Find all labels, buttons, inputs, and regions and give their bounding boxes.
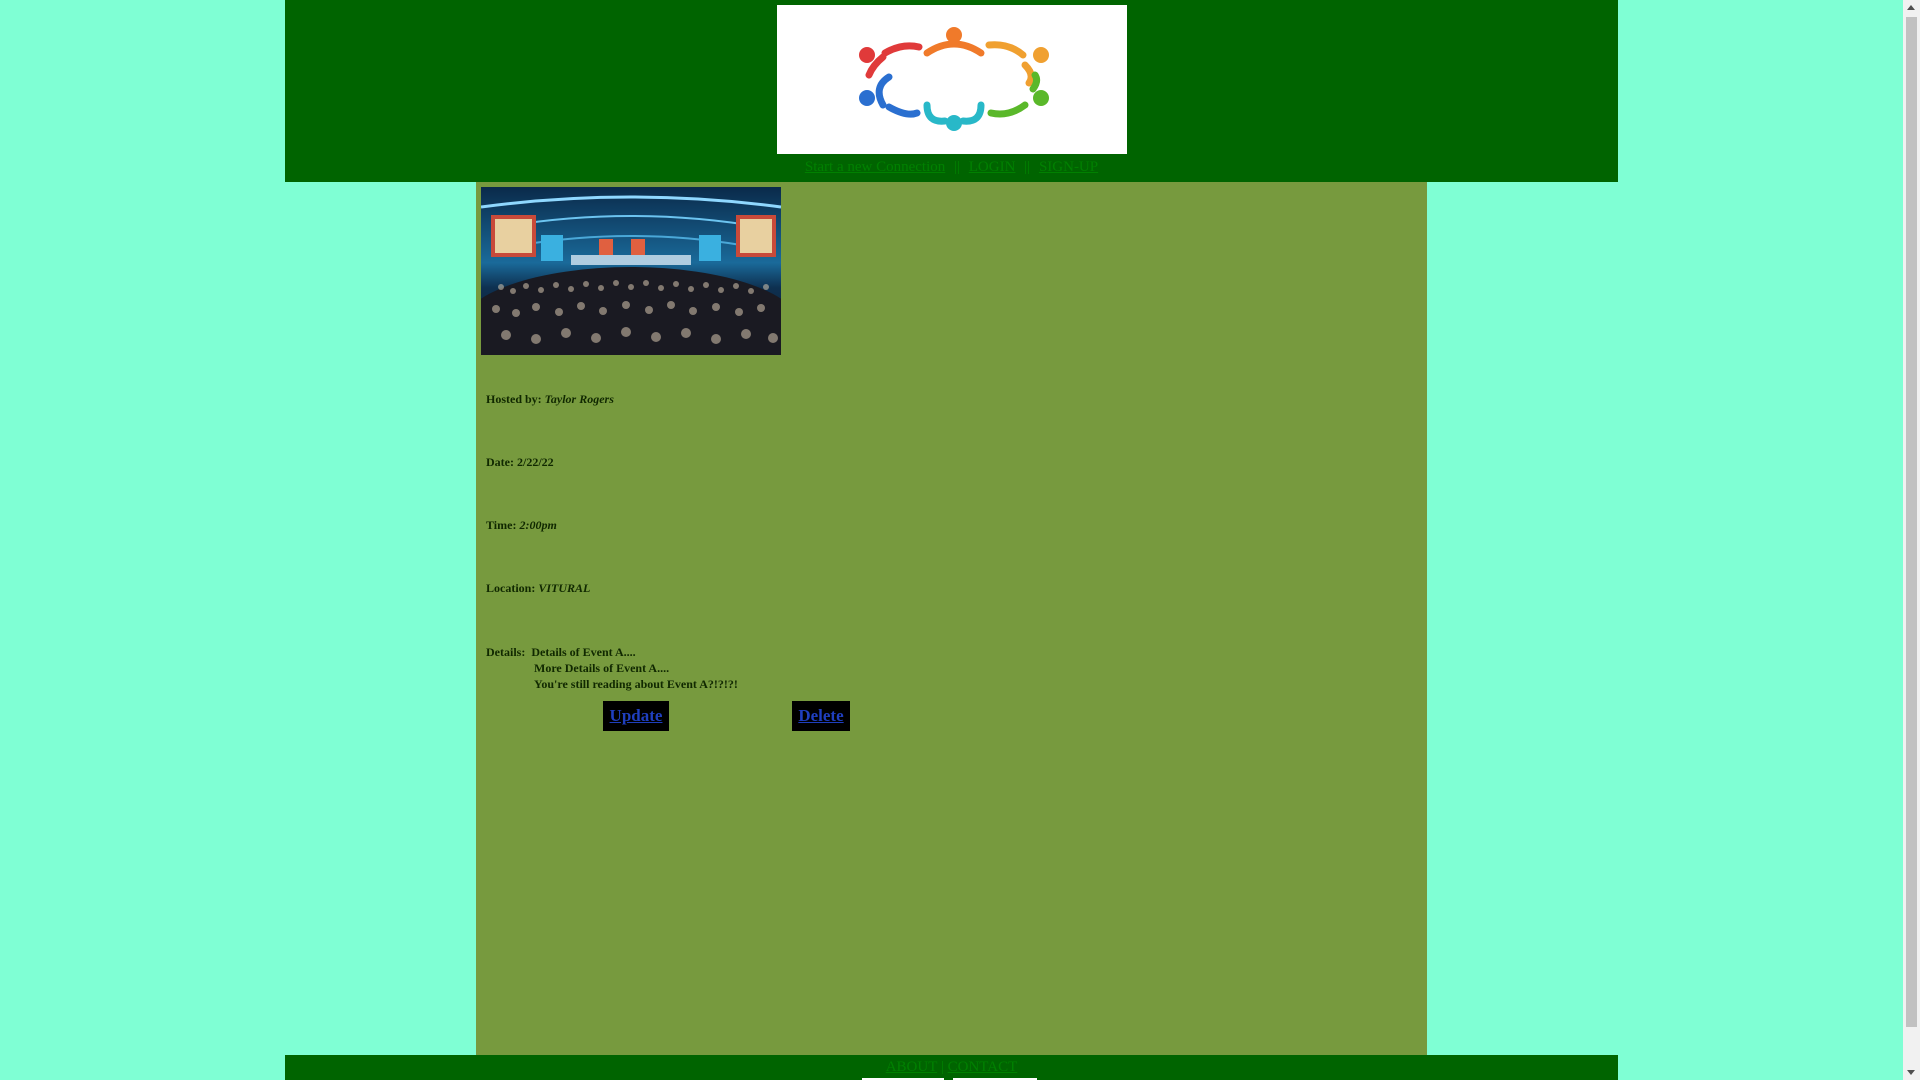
date-row: Date: 2/22/22: [486, 455, 554, 470]
location-row: Location: VITURAL: [486, 581, 590, 596]
time-row: Time: 2:00pm: [486, 518, 557, 533]
people-circle-logo-icon: [859, 27, 1049, 131]
time-value: 2:00pm: [519, 518, 557, 532]
site-logo[interactable]: [777, 5, 1127, 154]
hosted-by-value: Taylor Rogers: [544, 392, 614, 406]
vertical-scrollbar[interactable]: [1903, 0, 1920, 1080]
event-detail-panel: Hosted by: Taylor Rogers Date: 2/22/22 T…: [476, 182, 1427, 1055]
hosted-by-row: Hosted by: Taylor Rogers: [486, 392, 614, 407]
event-image: [481, 187, 781, 355]
scroll-up-icon[interactable]: [1907, 5, 1915, 10]
details-label: Details:: [486, 645, 526, 659]
site-footer: ABOUT | CONTACT: [285, 1055, 1618, 1080]
details-line: You're still reading about Event A?!?!?!: [534, 677, 738, 691]
contact-link[interactable]: CONTACT: [948, 1059, 1018, 1075]
details-section: Details: Details of Event A.... More Deta…: [486, 644, 738, 692]
update-button[interactable]: Update: [603, 701, 669, 731]
nav-separator: ||: [954, 159, 961, 175]
nav-separator: ||: [1024, 159, 1031, 175]
location-value: VITURAL: [538, 581, 591, 595]
details-line: Details of Event A....: [531, 645, 636, 659]
date-label: Date:: [486, 455, 514, 469]
details-line: More Details of Event A....: [534, 661, 670, 675]
scrollbar-thumb[interactable]: [1906, 17, 1917, 1027]
start-connection-link[interactable]: Start a new Connection: [805, 159, 945, 175]
scroll-down-icon[interactable]: [1907, 1070, 1915, 1075]
conference-audience-image: [481, 187, 781, 355]
hosted-by-label: Hosted by:: [486, 392, 542, 406]
header-nav: Start a new Connection || LOGIN || SIGN-…: [285, 159, 1618, 176]
location-label: Location:: [486, 581, 536, 595]
signup-link[interactable]: SIGN-UP: [1039, 159, 1098, 175]
delete-button[interactable]: Delete: [792, 701, 850, 731]
date-value: 2/22/22: [516, 455, 554, 469]
login-link[interactable]: LOGIN: [969, 159, 1016, 175]
page: Start a new Connection || LOGIN || SIGN-…: [0, 0, 1920, 1080]
footer-separator: |: [940, 1059, 944, 1075]
about-link[interactable]: ABOUT: [886, 1059, 937, 1075]
site-header: Start a new Connection || LOGIN || SIGN-…: [285, 0, 1618, 182]
time-label: Time:: [486, 518, 517, 532]
